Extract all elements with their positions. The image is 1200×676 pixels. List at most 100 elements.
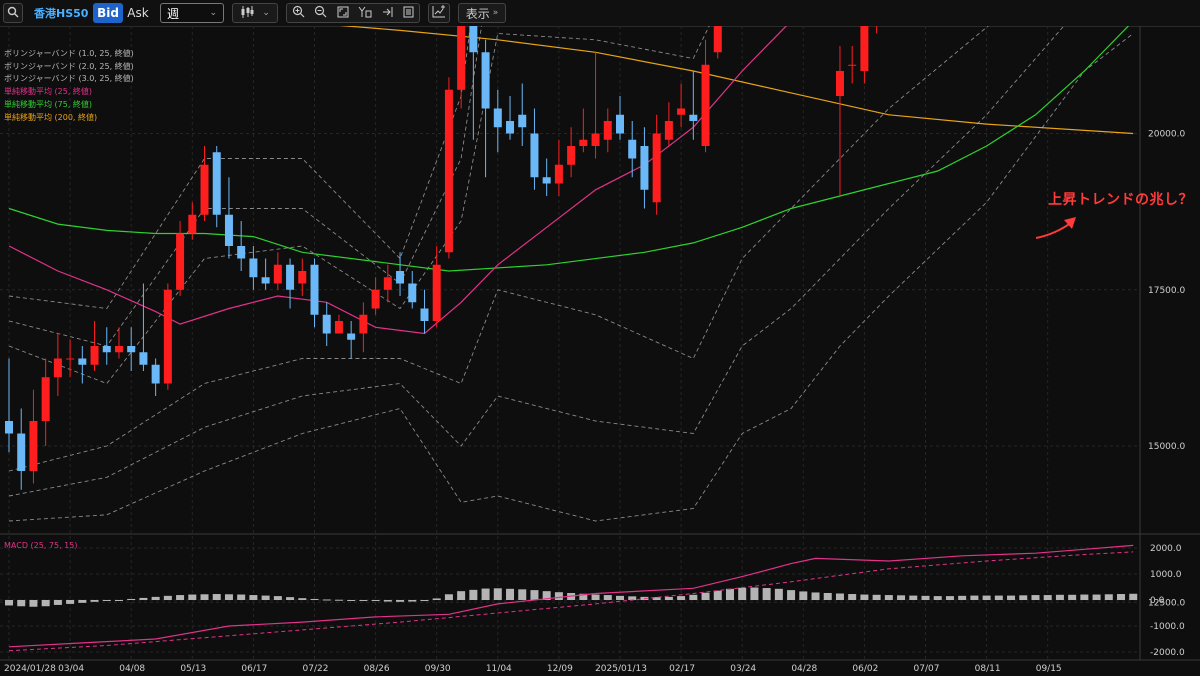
candle-down [78, 358, 87, 365]
time-tick-label: 11/04 [486, 664, 512, 674]
candle-down [420, 308, 429, 321]
macd-histogram-bar [506, 588, 515, 600]
add-indicator-icon [432, 5, 446, 21]
macd-histogram-bar [811, 592, 820, 600]
macd-histogram-bar [750, 587, 759, 600]
macd-histogram-bar [518, 589, 527, 600]
legend-item: ボリンジャーバンド (2.0, 25, 終値) [4, 61, 134, 71]
macd-histogram-bar [457, 591, 466, 600]
time-tick-label: 02/17 [669, 664, 695, 674]
candle-down [286, 264, 295, 290]
macd-histogram-bar [591, 594, 600, 600]
zoom-out-icon[interactable] [314, 5, 327, 21]
candle-up [90, 346, 99, 365]
candle-up [29, 421, 38, 471]
search-button[interactable] [3, 3, 23, 23]
macd-histogram-bar [420, 600, 429, 602]
macd-histogram-bar [493, 588, 502, 600]
macd-histogram-bar [273, 596, 282, 600]
candle-down [628, 139, 637, 159]
macd-histogram-bar [970, 595, 979, 600]
bid-button[interactable]: Bid [93, 3, 123, 23]
time-tick-label: 04/28 [791, 664, 817, 674]
legend-item: 単純移動平均 (75, 終値) [4, 99, 93, 109]
time-tick-label: 07/22 [303, 664, 329, 674]
chart-type-select[interactable]: ⌄ [232, 3, 278, 23]
candle-down [347, 333, 356, 340]
candle-down [530, 133, 539, 178]
candle-down [151, 364, 160, 384]
candle-down [506, 121, 515, 134]
macd-histogram-bar [1129, 593, 1138, 600]
macd-histogram-bar [224, 594, 233, 600]
macd-histogram-bar [921, 595, 930, 600]
sma200-line [339, 26, 1134, 135]
macd-histogram-bar [151, 596, 160, 600]
time-tick-label: 08/11 [975, 664, 1001, 674]
macd-histogram-bar [1092, 594, 1101, 600]
macd-histogram-bar [1031, 595, 1040, 600]
chart-area[interactable]: 27500.025000.022500.020000.017500.015000… [0, 26, 1200, 676]
add-indicator-button[interactable] [428, 3, 450, 23]
candle-up [114, 346, 123, 353]
time-tick-label: 2025/01/13 [595, 664, 647, 674]
macd-histogram-bar [713, 590, 722, 600]
candle-down [518, 114, 527, 128]
jump-latest-icon[interactable] [382, 6, 394, 21]
crosshair-text-icon[interactable] [358, 6, 372, 21]
candle-up [664, 121, 673, 140]
legend-item: ボリンジャーバンド (1.0, 25, 終値) [4, 49, 134, 58]
macd-histogram-bar [383, 600, 392, 602]
document-icon[interactable] [403, 6, 414, 21]
candle-up [273, 264, 282, 284]
candle-up [591, 133, 600, 146]
candle-down [127, 346, 136, 353]
macd-histogram-bar [616, 595, 624, 600]
macd-histogram-bar [1104, 594, 1113, 600]
candle-down [616, 114, 624, 134]
candle-down [224, 214, 233, 246]
chevron-down-icon: ⌄ [262, 8, 270, 18]
macd-histogram-bar [29, 600, 38, 607]
candle-down [212, 152, 221, 215]
symbol-label[interactable]: 香港HS50 [34, 3, 88, 23]
fit-icon[interactable] [337, 6, 349, 21]
macd-histogram-bar [396, 600, 405, 602]
macd-histogram-bar [701, 592, 710, 600]
macd-tick-label: -1000.0 [1150, 622, 1185, 632]
macd-histogram-bar [444, 594, 453, 600]
legend-item: 単純移動平均 (25, 終値) [4, 87, 93, 97]
time-tick-label: 08/26 [364, 664, 390, 674]
candle-up [188, 214, 197, 234]
candlestick-icon [240, 5, 254, 21]
macd-histogram-bar [408, 600, 417, 602]
ask-button[interactable]: Ask [124, 3, 152, 23]
bollinger-band-line [8, 26, 710, 385]
macd-histogram-bar [176, 595, 185, 600]
macd-histogram-bar [835, 593, 844, 600]
macd-tick-label: 0.0 [1150, 596, 1165, 606]
macd-histogram-bar [848, 594, 857, 600]
macd-histogram-bar [1080, 594, 1089, 600]
period-select[interactable]: 週 ⌄ [160, 3, 224, 23]
candle-up [334, 321, 343, 334]
candle-down [396, 271, 405, 284]
display-button[interactable]: 表示 » [458, 3, 506, 23]
trend-arrow [1035, 217, 1076, 239]
candle-down [481, 52, 490, 109]
time-tick-label: 09/30 [425, 664, 451, 674]
candle-down [640, 146, 649, 190]
macd-histogram-bar [102, 600, 111, 601]
macd-histogram-bar [188, 594, 197, 600]
time-tick-label: 2024/01/28 [4, 664, 56, 674]
candle-up [53, 358, 62, 378]
candle-down [5, 421, 13, 434]
time-tick-label: 04/08 [119, 664, 145, 674]
candle-up [603, 121, 612, 140]
macd-histogram-bar [371, 600, 380, 602]
candle-up [163, 289, 172, 384]
macd-histogram-bar [432, 598, 441, 600]
zoom-in-icon[interactable] [292, 5, 305, 21]
time-tick-label: 07/07 [914, 664, 940, 674]
candles [5, 26, 878, 490]
